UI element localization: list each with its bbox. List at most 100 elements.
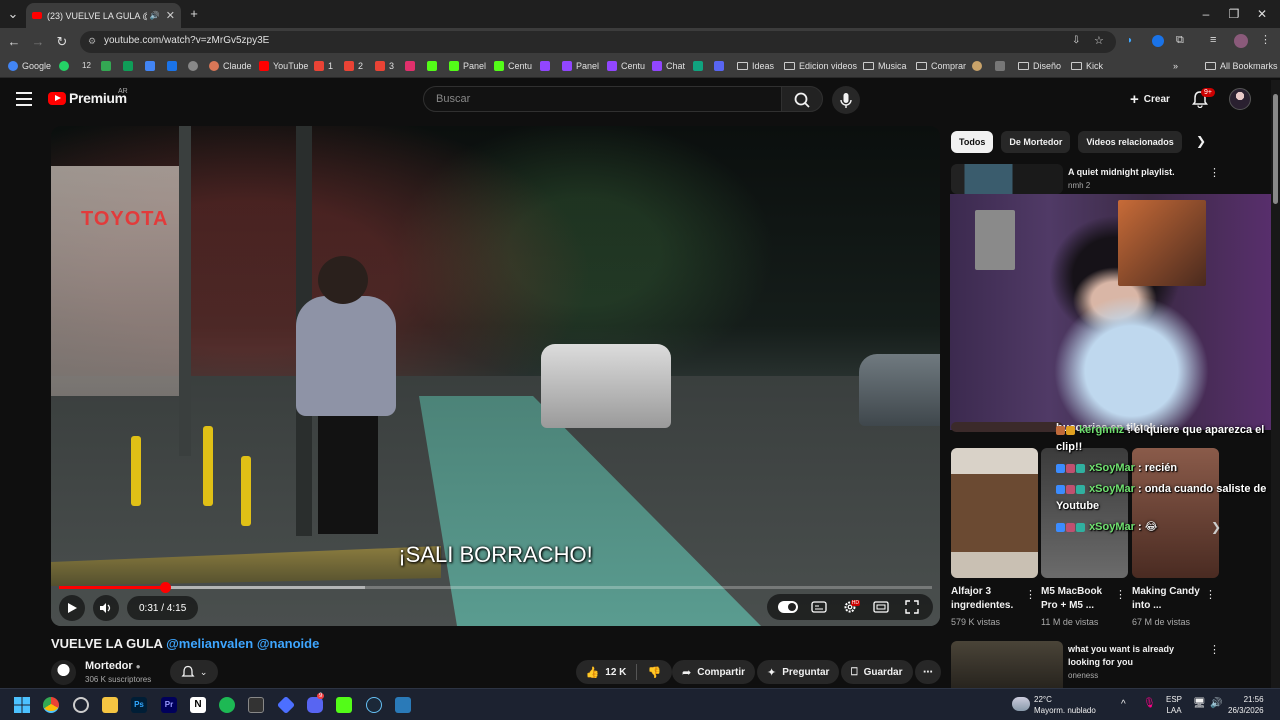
weather-widget[interactable]: 22°C Mayorm. nublado bbox=[1034, 694, 1096, 716]
subtitles-button[interactable] bbox=[809, 598, 829, 616]
bookmark-whatsapp[interactable] bbox=[59, 61, 73, 71]
bookmark-chatgpt[interactable] bbox=[188, 61, 202, 71]
browser-tab[interactable]: (23) VUELVE LA GULA @mel 🔊 ✕ bbox=[26, 3, 181, 28]
app-taskbar-icon[interactable] bbox=[248, 697, 264, 713]
install-app-icon[interactable]: ⇩ bbox=[1072, 35, 1080, 46]
bookmark-calendar[interactable] bbox=[167, 61, 181, 71]
steam-icon[interactable] bbox=[366, 697, 382, 713]
network-icon[interactable]: 🖥 bbox=[1193, 698, 1206, 709]
create-button[interactable]: + Crear bbox=[1122, 88, 1178, 110]
tray-chevron-icon[interactable]: ^ bbox=[1121, 699, 1126, 710]
clock[interactable]: 21:56 26/3/2026 bbox=[1228, 694, 1264, 716]
bookmark-folder-kick[interactable]: Kick bbox=[1071, 61, 1103, 71]
bookmark-google[interactable]: Google bbox=[8, 61, 51, 71]
bookmark-twitch-panel[interactable]: Panel bbox=[562, 61, 599, 71]
site-info-icon[interactable]: ⚙ bbox=[88, 36, 96, 47]
back-icon[interactable]: ← bbox=[6, 34, 22, 50]
bookmark-folder-edicion[interactable]: Edicion videos bbox=[784, 61, 857, 71]
extension-icon[interactable]: ◗ bbox=[1127, 35, 1133, 46]
chip-videos-relacionados[interactable]: Videos relacionados bbox=[1078, 131, 1182, 153]
bookmark-drive[interactable] bbox=[101, 61, 115, 71]
short-title[interactable]: Alfajor 3 ingredientes. bbox=[951, 585, 1029, 613]
profile-avatar[interactable] bbox=[1234, 34, 1248, 48]
chip-todos[interactable]: Todos bbox=[951, 131, 994, 153]
app-taskbar-icon[interactable] bbox=[395, 697, 411, 713]
youtube-premium-logo[interactable]: Premium AR bbox=[48, 88, 128, 106]
bookmark-item[interactable] bbox=[972, 61, 986, 71]
notion-icon[interactable]: N bbox=[190, 697, 206, 713]
play-button[interactable] bbox=[59, 595, 85, 621]
search-button[interactable] bbox=[781, 86, 823, 112]
mention-link[interactable]: @melianvalen bbox=[166, 636, 253, 651]
dislike-button[interactable]: 👎 bbox=[637, 660, 672, 684]
chrome-menu-icon[interactable]: ⋮ bbox=[1260, 33, 1271, 46]
bookmark-item[interactable] bbox=[995, 61, 1009, 71]
bookmark-folder-musica[interactable]: Musica bbox=[863, 61, 907, 71]
more-options-icon[interactable]: ⋮ bbox=[1209, 166, 1220, 179]
bookmark-instagram[interactable] bbox=[405, 61, 419, 71]
volume-button[interactable] bbox=[93, 595, 119, 621]
account-avatar[interactable] bbox=[1229, 88, 1251, 110]
bookmark-12[interactable]: 12 bbox=[82, 61, 91, 70]
bookmark-gmail-2[interactable]: 2 bbox=[344, 61, 363, 71]
bookmark-twitch[interactable] bbox=[540, 61, 554, 71]
settings-button[interactable]: HD bbox=[840, 598, 860, 616]
premiere-icon[interactable]: Pr bbox=[161, 697, 177, 713]
theater-mode-button[interactable] bbox=[871, 598, 891, 616]
more-options-icon[interactable]: ⋮ bbox=[1025, 588, 1036, 601]
extension-icon[interactable] bbox=[1152, 35, 1164, 47]
maximize-icon[interactable]: ❐ bbox=[1224, 5, 1244, 23]
bookmark-gmail-3[interactable]: 3 bbox=[375, 61, 394, 71]
bookmark-star-icon[interactable]: ☆ bbox=[1094, 34, 1104, 47]
subscription-bell-button[interactable]: ⌄ bbox=[170, 660, 218, 684]
bookmark-folder-diseno[interactable]: Diseño bbox=[1018, 61, 1061, 71]
ask-button[interactable]: ✦ Preguntar bbox=[757, 660, 840, 684]
progress-bar[interactable] bbox=[59, 582, 932, 593]
bookmark-twitch-chat[interactable]: Chat bbox=[652, 61, 685, 71]
scrollbar-thumb[interactable] bbox=[1273, 94, 1278, 204]
bookmark-gmail-1[interactable]: 1 bbox=[314, 61, 333, 71]
photoshop-icon[interactable]: Ps bbox=[131, 697, 147, 713]
bookmark-discord[interactable] bbox=[714, 61, 728, 71]
more-options-icon[interactable]: ⋮ bbox=[1205, 588, 1216, 601]
channel-avatar[interactable] bbox=[51, 660, 76, 685]
bookmark-youtube[interactable]: YouTube bbox=[259, 61, 308, 71]
new-tab-icon[interactable]: + bbox=[186, 6, 202, 22]
recommended-video[interactable]: A quiet midnight playlist. nmh 2 ⋮ bbox=[951, 164, 1271, 194]
bookmark-kick[interactable] bbox=[427, 61, 441, 71]
reload-icon[interactable]: ↻ bbox=[54, 34, 70, 50]
close-window-icon[interactable]: ✕ bbox=[1252, 5, 1272, 23]
kick-taskbar-icon[interactable] bbox=[336, 697, 352, 713]
short-title[interactable]: Making Candy into ... bbox=[1132, 585, 1210, 613]
more-options-icon[interactable]: ⋮ bbox=[1115, 588, 1126, 601]
forward-icon[interactable]: → bbox=[30, 34, 46, 50]
share-button[interactable]: ➦ Compartir bbox=[672, 660, 756, 684]
save-button[interactable]: ⎕ Guardar bbox=[841, 660, 913, 684]
recommended-video[interactable]: what you want is already looking for you… bbox=[951, 641, 1271, 688]
minimize-icon[interactable]: – bbox=[1196, 5, 1216, 23]
chevron-right-icon[interactable]: ❯ bbox=[1196, 134, 1206, 148]
short-title[interactable]: M5 MacBook Pro + M5 ... bbox=[1041, 585, 1119, 613]
address-bar[interactable]: ⚙ youtube.com/watch?v=zMrGv5zpy3E ⇩ ☆ bbox=[80, 31, 1116, 53]
bookmark-docs[interactable] bbox=[145, 61, 159, 71]
search-input[interactable]: Buscar bbox=[423, 86, 782, 112]
chip-de-mortedor[interactable]: De Mortedor bbox=[1001, 131, 1071, 153]
hamburger-menu-icon[interactable] bbox=[16, 92, 32, 106]
more-options-icon[interactable]: ⋮ bbox=[1209, 643, 1220, 656]
windows-start-icon[interactable] bbox=[14, 697, 30, 713]
volume-tray-icon[interactable]: 🔊 bbox=[1210, 698, 1222, 709]
chrome-taskbar-icon[interactable] bbox=[43, 697, 59, 713]
bookmark-twitch-centu[interactable]: Centu bbox=[607, 61, 645, 71]
like-button[interactable]: 👍 12 K bbox=[576, 660, 636, 684]
bookmark-kick-panel[interactable]: Panel bbox=[449, 61, 486, 71]
all-bookmarks[interactable]: All Bookmarks bbox=[1205, 61, 1278, 71]
close-tab-icon[interactable]: ✕ bbox=[166, 9, 175, 22]
more-actions-button[interactable]: ⋯ bbox=[915, 660, 941, 684]
media-controls-icon[interactable]: ≡ bbox=[1210, 34, 1216, 46]
short-thumbnail[interactable] bbox=[951, 448, 1038, 578]
chrome-alt-taskbar-icon[interactable] bbox=[73, 697, 89, 713]
mic-tray-icon[interactable]: 🎙 bbox=[1143, 698, 1156, 709]
app-taskbar-icon[interactable] bbox=[276, 695, 296, 715]
bookmark-app[interactable] bbox=[693, 61, 707, 71]
mention-link[interactable]: @nanoide bbox=[257, 636, 320, 651]
